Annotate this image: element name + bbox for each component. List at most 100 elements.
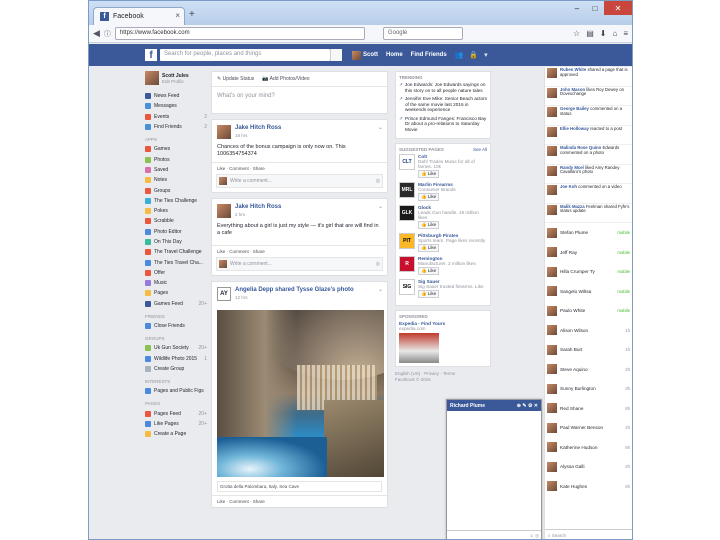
chat-contact[interactable]: Sangelo Wiltsa mobile bbox=[545, 282, 632, 302]
address-bar[interactable]: https://www.facebook.com bbox=[114, 27, 365, 40]
page-logo[interactable]: R bbox=[399, 256, 415, 272]
menu-icon[interactable]: ≡ bbox=[623, 29, 628, 38]
chat-contact[interactable]: Alyssa Galli 2h bbox=[545, 457, 632, 477]
search-icon[interactable] bbox=[330, 49, 342, 61]
minimize-icon[interactable]: – bbox=[568, 1, 586, 15]
friend-requests-icon[interactable]: 👥 bbox=[455, 51, 464, 59]
comment-input[interactable]: Write a comment... bbox=[230, 178, 272, 184]
page-logo[interactable]: PIT bbox=[399, 233, 415, 249]
trending-item[interactable]: ↗ Joe Edwards: Joe Edwards sayings on thi… bbox=[399, 82, 487, 93]
like-page-button[interactable]: 👍 Like bbox=[418, 193, 440, 201]
update-status-tab[interactable]: ✎ Update Status bbox=[217, 76, 254, 82]
sidebar-item[interactable]: Messages bbox=[145, 101, 207, 111]
chevron-down-icon[interactable]: ⌄ bbox=[378, 286, 383, 293]
back-icon[interactable]: ◀ bbox=[93, 28, 100, 39]
sidebar-item[interactable]: On This Day bbox=[145, 237, 207, 247]
post-author[interactable]: Jake Hitch Ross bbox=[235, 125, 281, 131]
ticker-item[interactable]: Malik Mazza Feelman shared Fyfe's status… bbox=[545, 204, 632, 223]
sidebar-item[interactable]: Offer bbox=[145, 268, 207, 278]
camera-icon[interactable]: ◎ bbox=[376, 261, 380, 267]
sidebar-item[interactable]: Close Friends bbox=[145, 321, 207, 331]
ticker-item[interactable]: Joe Koh commented on a video bbox=[545, 184, 632, 204]
sidebar-item[interactable]: Games bbox=[145, 144, 207, 154]
browser-search-input[interactable]: Google bbox=[382, 27, 463, 40]
sidebar-item[interactable]: Create a Page bbox=[145, 429, 207, 439]
post-time[interactable]: 12 hrs bbox=[235, 295, 354, 300]
home-link[interactable]: Home bbox=[386, 52, 403, 58]
ticker-item[interactable]: John Mason likes Roy Dewey on Dovexchang… bbox=[545, 87, 632, 106]
post-photo[interactable] bbox=[217, 310, 384, 477]
avatar[interactable] bbox=[217, 125, 231, 139]
post-author[interactable]: Angelia Depp shared Tysse Glaze's photo bbox=[235, 287, 354, 293]
chat-contact[interactable]: Red Shane 8h bbox=[545, 399, 632, 419]
sidebar-item[interactable]: The Ties Challenge bbox=[145, 196, 207, 206]
home-icon[interactable]: ⌂ bbox=[612, 29, 617, 38]
new-tab-button[interactable]: + bbox=[189, 9, 195, 20]
sidebar-item[interactable]: Notes bbox=[145, 175, 207, 185]
sidebar-item[interactable]: Pages Feed 20+ bbox=[145, 408, 207, 418]
ticker-item[interactable]: Randy Mcel liked Amy Randey Cavallaro's … bbox=[545, 165, 632, 184]
maximize-icon[interactable]: □ bbox=[586, 1, 604, 15]
sidebar-item[interactable]: Uk Gun Society 20+ bbox=[145, 343, 207, 353]
sidebar-item[interactable]: Photos bbox=[145, 154, 207, 164]
chevron-down-icon[interactable]: ▾ bbox=[484, 51, 488, 59]
comment-box[interactable]: Write a comment... ◎ bbox=[216, 174, 383, 188]
chat-window-name[interactable]: Richard Plume bbox=[450, 403, 485, 409]
close-window-icon[interactable]: ✕ bbox=[604, 1, 632, 15]
chat-contact[interactable]: Katherine Hudson 8h bbox=[545, 438, 632, 458]
chat-input[interactable]: ☺ ◎ bbox=[447, 530, 541, 539]
post-actions[interactable]: Like · Comment · Share bbox=[212, 245, 387, 257]
page-logo[interactable]: CLT bbox=[399, 154, 415, 170]
sidebar-item[interactable]: News Feed bbox=[145, 91, 207, 101]
edit-profile-link[interactable]: Edit Profile bbox=[162, 79, 189, 84]
page-logo[interactable]: AY bbox=[217, 287, 231, 301]
ticker-item[interactable]: Malinda Rose Quinn Edwards commented on … bbox=[545, 145, 632, 165]
post-actions[interactable]: Like · Comment · Share bbox=[212, 495, 387, 507]
ad-image[interactable] bbox=[399, 333, 439, 363]
sidebar-profile[interactable]: Scott Jules Edit Profile bbox=[145, 71, 207, 85]
emoji-icon[interactable]: ☺ ◎ bbox=[529, 533, 539, 539]
comment-input[interactable]: Write a comment... bbox=[230, 261, 272, 267]
like-page-button[interactable]: 👍 Like bbox=[418, 170, 440, 178]
chat-contact[interactable]: Paul Warner Benson 2h bbox=[545, 418, 632, 438]
close-tab-icon[interactable]: × bbox=[175, 11, 180, 20]
chat-contact[interactable]: Paulo White mobile bbox=[545, 301, 632, 321]
chat-contact[interactable]: Alison Wilson 1h bbox=[545, 321, 632, 341]
ticker-item[interactable]: Ellie Holloway reacted to a post bbox=[545, 126, 632, 145]
page-logo[interactable]: SIG bbox=[399, 279, 415, 295]
sidebar-item[interactable]: Scrabble bbox=[145, 216, 207, 226]
ticker-item[interactable]: George Bailey commented on a status bbox=[545, 106, 632, 126]
sidebar-item[interactable]: Find Friends 2 bbox=[145, 122, 207, 132]
composer-input[interactable]: What's on your mind? bbox=[212, 87, 387, 113]
chat-window-controls[interactable]: ⊕ ✎ ⚙ ✕ bbox=[517, 403, 538, 409]
like-page-button[interactable]: 👍 Like bbox=[418, 221, 440, 229]
sidebar-item[interactable]: The Travel Challenge bbox=[145, 247, 207, 257]
like-page-button[interactable]: 👍 Like bbox=[418, 290, 440, 298]
facebook-search-input[interactable]: Search for people, places and things bbox=[160, 49, 330, 61]
trending-item[interactable]: ↗ Prince Edmund Fanges: Francisco Bay Dr … bbox=[399, 116, 487, 133]
sidebar-item[interactable]: Pokes bbox=[145, 206, 207, 216]
sidebar-item[interactable]: Games Feed 20+ bbox=[145, 299, 207, 309]
sidebar-item[interactable]: Groups bbox=[145, 185, 207, 195]
chat-search-input[interactable]: ⌕ Search bbox=[545, 529, 632, 539]
like-page-button[interactable]: 👍 Like bbox=[418, 244, 440, 252]
add-photos-tab[interactable]: 📷 Add Photos/Video bbox=[262, 76, 309, 82]
page-logo[interactable]: GLK bbox=[399, 205, 415, 221]
facebook-logo-icon[interactable]: f bbox=[145, 49, 157, 61]
chevron-down-icon[interactable]: ⌄ bbox=[378, 124, 383, 131]
post-time[interactable]: 18 hrs bbox=[235, 133, 281, 138]
camera-icon[interactable]: ◎ bbox=[376, 178, 380, 184]
post-author[interactable]: Jake Hitch Ross bbox=[235, 204, 281, 210]
chevron-down-icon[interactable]: ⌄ bbox=[378, 203, 383, 210]
sidebar-item[interactable]: The Ties Travel Cha... bbox=[145, 257, 207, 267]
chat-contact[interactable]: Jeff Ray mobile bbox=[545, 243, 632, 263]
ad-site[interactable]: expedia.com bbox=[399, 326, 487, 331]
sidebar-item[interactable]: Photo Editor bbox=[145, 227, 207, 237]
post-time[interactable]: 2 hrs bbox=[235, 212, 281, 217]
ticker-item[interactable]: Ruben White shared a page that is approv… bbox=[545, 67, 632, 87]
photo-caption[interactable]: Grotta della Palombara, Italy. Sea Cave bbox=[217, 481, 382, 492]
sidebar-item[interactable]: Pages and Public Figs bbox=[145, 386, 207, 396]
avatar[interactable] bbox=[217, 204, 231, 218]
like-page-button[interactable]: 👍 Like bbox=[418, 267, 440, 275]
download-icon[interactable]: ⬇ bbox=[600, 29, 607, 38]
